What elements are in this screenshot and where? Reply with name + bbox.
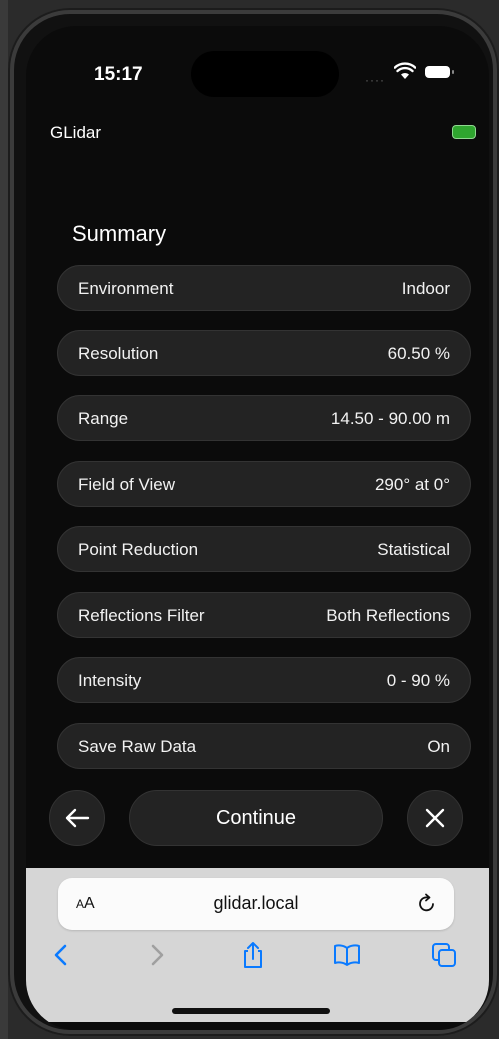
screen: 15:17 ···· GLidar Summary Environment In… [26,26,489,1030]
row-label: Intensity [78,671,142,690]
reload-icon[interactable] [416,892,438,914]
row-label: Range [78,409,129,428]
row-value: On [427,737,450,756]
row-value: Indoor [401,279,450,298]
close-icon [425,808,445,828]
summary-row-point-reduction: Point Reduction Statistical [57,526,471,572]
summary-row-reflections-filter: Reflections Filter Both Reflections [57,592,471,638]
chevron-left-icon[interactable] [46,940,76,970]
wizard-nav: Continue [49,790,463,848]
tabs-icon[interactable] [429,940,459,970]
backdrop [0,0,8,1039]
summary-row-resolution: Resolution 60.50 % [57,330,471,376]
chevron-right-icon[interactable] [142,940,172,970]
cellular-icon: ···· [365,73,385,87]
close-button[interactable] [407,790,463,846]
url-text: glidar.local [213,893,299,913]
browser-toolbar [26,940,489,980]
home-indicator[interactable] [172,1008,330,1014]
arrow-left-icon [65,808,90,828]
summary-row-environment: Environment Indoor [57,265,471,311]
share-icon[interactable] [238,940,268,970]
row-label: Point Reduction [78,540,199,559]
address-bar[interactable]: AA glidar.local [58,878,454,930]
summary-row-save-raw-data: Save Raw Data On [57,723,471,769]
back-button[interactable] [49,790,105,846]
row-value: Statistical [377,540,450,559]
row-label: Field of View [78,475,176,494]
continue-button[interactable]: Continue [129,790,383,846]
summary-row-intensity: Intensity 0 - 90 % [57,657,471,703]
status-bar: 15:17 ···· [26,26,489,116]
battery-icon [425,66,454,78]
summary-row-range: Range 14.50 - 90.00 m [57,395,471,441]
connection-status-icon [452,125,476,139]
row-label: Environment [78,279,174,298]
wifi-icon [394,62,416,79]
row-value: 290° at 0° [374,475,450,494]
app-header: GLidar [26,118,489,148]
row-value: 0 - 90 % [386,671,450,690]
book-icon[interactable] [332,940,362,970]
row-value: 60.50 % [387,344,450,363]
browser-chrome: AA glidar.local [26,868,489,1022]
app-title: GLidar [50,123,102,142]
row-label: Reflections Filter [78,606,205,625]
summary-row-field-of-view: Field of View 290° at 0° [57,461,471,507]
row-value: Both Reflections [326,606,450,625]
page-title: Summary [72,221,167,246]
status-time: 15:17 [94,64,143,85]
row-value: 14.50 - 90.00 m [330,409,450,428]
row-label: Save Raw Data [78,737,197,756]
dynamic-island [191,51,339,97]
row-label: Resolution [78,344,159,363]
